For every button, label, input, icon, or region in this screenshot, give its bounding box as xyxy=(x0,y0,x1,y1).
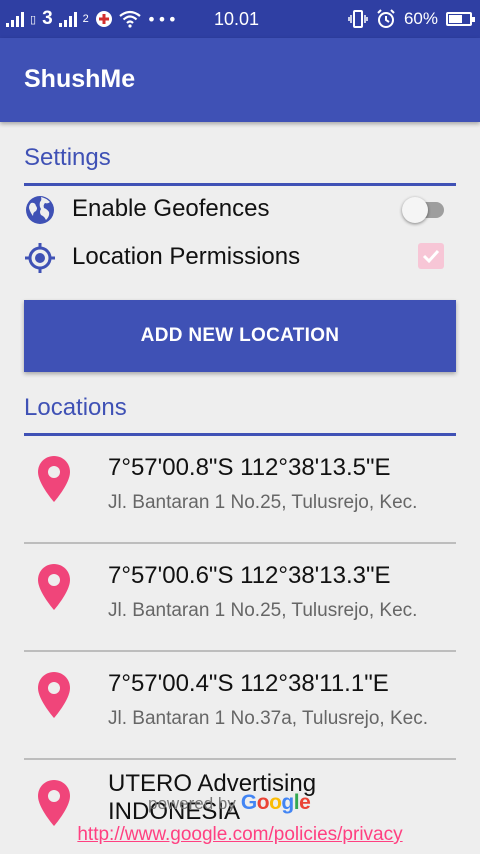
locations-header: Locations xyxy=(24,394,456,436)
status-time: 10.01 xyxy=(214,9,260,29)
more-notifications-icon: ••• xyxy=(146,9,179,29)
setting-row-geofences: Enable Geofences xyxy=(24,190,456,230)
battery-icon xyxy=(446,12,475,26)
location-address: Jl. Bantaran 1 No.37a, Tulusrejo, Kec. xyxy=(108,708,429,729)
carrier-app-icon xyxy=(95,11,112,27)
location-pin-icon xyxy=(38,456,70,502)
location-pin-icon xyxy=(38,564,70,610)
gps-target-icon xyxy=(25,243,55,273)
location-pin-icon xyxy=(38,780,70,826)
privacy-policy-link[interactable]: http://www.google.com/policies/privacy xyxy=(0,824,480,846)
globe-icon xyxy=(26,196,54,224)
signal-sim1-icon xyxy=(6,11,24,27)
location-title: 7°57'00.6"S 112°38'13.3"E xyxy=(108,562,391,589)
signal-sim2-icon xyxy=(58,11,77,27)
switch-thumb[interactable] xyxy=(402,197,428,223)
battery-percent: 60% xyxy=(403,9,438,28)
app-title: ShushMe xyxy=(24,65,136,93)
location-pin-icon xyxy=(38,672,70,718)
list-item[interactable]: 7°57'00.6"S 112°38'13.3"E Jl. Bantaran 1… xyxy=(24,544,456,652)
status-right-icons: 60% xyxy=(348,8,475,30)
list-item[interactable]: 7°57'00.8"S 112°38'13.5"E Jl. Bantaran 1… xyxy=(24,436,456,544)
powered-by-label: powered by xyxy=(148,794,236,813)
alarm-icon xyxy=(377,9,395,28)
enable-geofences-switch[interactable] xyxy=(402,197,444,223)
app-bar: ShushMe xyxy=(0,38,480,122)
powered-by-google: powered by Google xyxy=(148,791,311,815)
vibrate-icon xyxy=(348,10,368,28)
google-logo: Google xyxy=(240,791,311,814)
sim2-label: 2 xyxy=(82,13,89,25)
check-icon xyxy=(422,249,440,264)
locations-header-label: Locations xyxy=(24,394,127,421)
carrier-logo-icon: 3 xyxy=(42,8,53,29)
enable-geofences-label: Enable Geofences xyxy=(72,195,270,222)
add-new-location-button[interactable]: ADD NEW LOCATION xyxy=(24,300,456,372)
location-address: Jl. Bantaran 1 No.25, Tulusrejo, Kec. xyxy=(108,600,418,621)
data-type-icon: ▯ xyxy=(30,13,37,26)
status-left-icons: ▯ 3 2 ••• xyxy=(6,8,178,30)
location-address: Jl. Bantaran 1 No.25, Tulusrejo, Kec. xyxy=(108,492,418,513)
location-permissions-label: Location Permissions xyxy=(72,243,301,270)
location-title: 7°57'00.8"S 112°38'13.5"E xyxy=(108,454,391,481)
location-title: 7°57'00.4"S 112°38'11.1"E xyxy=(108,670,389,697)
setting-row-permissions: Location Permissions xyxy=(24,238,456,278)
location-permissions-checkbox[interactable] xyxy=(418,243,444,269)
wifi-icon xyxy=(119,10,141,28)
settings-header: Settings xyxy=(24,144,456,186)
settings-header-divider xyxy=(24,183,456,186)
list-item[interactable]: 7°57'00.4"S 112°38'11.1"E Jl. Bantaran 1… xyxy=(24,652,456,760)
settings-header-label: Settings xyxy=(24,144,111,171)
status-bar: ▯ 3 2 ••• 10.01 60% xyxy=(0,0,480,38)
